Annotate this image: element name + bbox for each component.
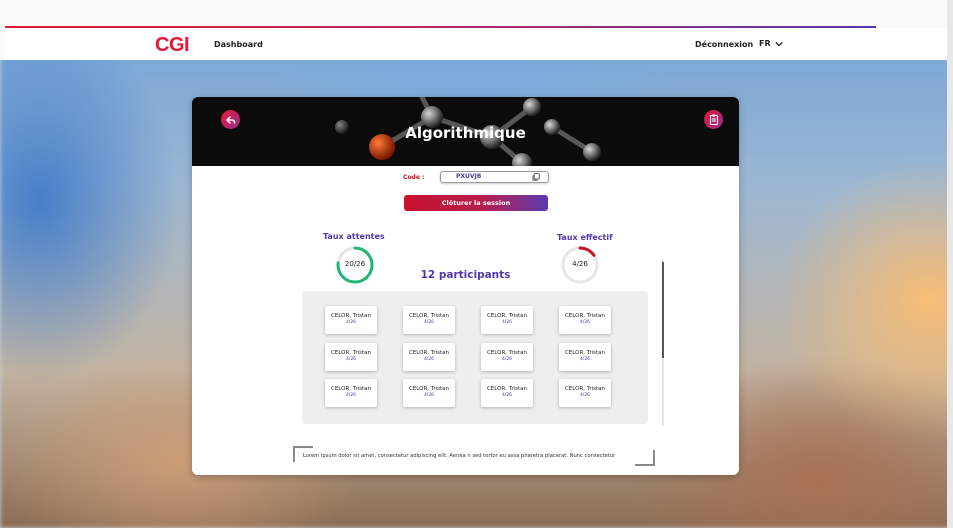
participant-card[interactable]: CELOR, Tristan 4/26 <box>559 306 611 334</box>
clipboard-button[interactable] <box>704 110 723 129</box>
effective-rate-value: 4/26 <box>572 260 588 268</box>
participant-name: CELOR, Tristan <box>564 313 606 319</box>
participant-name: CELOR, Tristan <box>408 313 450 319</box>
effective-rate-label: Taux effectif <box>557 233 613 242</box>
participant-score: 4/26 <box>579 393 591 398</box>
back-button[interactable] <box>221 110 240 129</box>
clipboard-icon <box>709 114 718 125</box>
close-session-button[interactable]: Clôturer la session <box>404 195 548 211</box>
participant-card[interactable]: CELOR, Tristan 4/26 <box>325 306 377 334</box>
participant-score: 4/26 <box>345 393 357 398</box>
participant-score: 4/26 <box>579 320 591 325</box>
participant-name: CELOR, Tristan <box>330 350 372 356</box>
attendance-rate-value: 20/26 <box>344 260 366 268</box>
participant-name: CELOR, Tristan <box>408 350 450 356</box>
participants-count: 12 participants <box>420 269 511 281</box>
participant-card[interactable]: CELOR, Tristan 4/26 <box>403 379 455 407</box>
logout-link[interactable]: Déconnexion <box>695 40 753 49</box>
right-edge <box>947 0 953 528</box>
participant-card[interactable]: CELOR, Tristan 4/26 <box>481 306 533 334</box>
participant-name: CELOR, Tristan <box>564 386 606 392</box>
participant-name: CELOR, Tristan <box>564 350 606 356</box>
participant-score: 4/26 <box>345 320 357 325</box>
participant-card[interactable]: CELOR, Tristan 4/26 <box>481 379 533 407</box>
session-code-field[interactable]: PXUVJB <box>440 171 549 183</box>
participant-name: CELOR, Tristan <box>486 386 528 392</box>
participant-score: 4/26 <box>501 320 513 325</box>
top-navbar: CGI Dashboard Déconnexion FR <box>5 28 947 60</box>
chevron-down-icon <box>774 41 783 47</box>
participant-card[interactable]: CELOR, Tristan 4/26 <box>559 379 611 407</box>
back-arrow-icon <box>225 115 235 124</box>
participant-score: 4/26 <box>423 357 435 362</box>
quote-text: Lorem ipsum dolor sit amet, consectetur … <box>303 453 616 459</box>
session-card: Algorithmique Code : PXUVJB Clôturer la … <box>192 97 739 475</box>
copy-icon[interactable] <box>532 173 540 181</box>
session-title: Algorithmique <box>405 124 526 142</box>
participant-score: 4/26 <box>501 357 513 362</box>
participant-score: 4/26 <box>423 320 435 325</box>
language-label: FR <box>759 39 771 48</box>
participant-name: CELOR, Tristan <box>408 386 450 392</box>
code-label: Code : <box>403 174 425 181</box>
participant-card[interactable]: CELOR, Tristan 4/26 <box>559 343 611 371</box>
scrollbar-thumb[interactable] <box>662 262 664 358</box>
participant-score: 4/26 <box>345 357 357 362</box>
language-selector[interactable]: FR <box>759 39 783 48</box>
participant-name: CELOR, Tristan <box>330 386 372 392</box>
session-code-value: PXUVJB <box>456 173 482 180</box>
cgi-logo[interactable]: CGI <box>155 35 190 55</box>
session-banner: Algorithmique <box>192 97 739 166</box>
participant-card[interactable]: CELOR, Tristan 4/26 <box>325 379 377 407</box>
participant-name: CELOR, Tristan <box>330 313 372 319</box>
nav-dashboard-link[interactable]: Dashboard <box>214 40 263 49</box>
participant-score: 4/26 <box>423 393 435 398</box>
participant-card[interactable]: CELOR, Tristan 4/26 <box>481 343 533 371</box>
participant-score: 4/26 <box>579 357 591 362</box>
participant-name: CELOR, Tristan <box>486 350 528 356</box>
participant-score: 4/26 <box>501 393 513 398</box>
attendance-rate-label: Taux attentes <box>323 232 385 241</box>
participant-card[interactable]: CELOR, Tristan 4/26 <box>403 343 455 371</box>
participant-card[interactable]: CELOR, Tristan 4/26 <box>403 306 455 334</box>
participants-grid: CELOR, Tristan 4/26 CELOR, Tristan 4/26 CELO… <box>302 291 648 424</box>
participant-card[interactable]: CELOR, Tristan 4/26 <box>325 343 377 371</box>
participant-name: CELOR, Tristan <box>486 313 528 319</box>
quote-block: Lorem ipsum dolor sit amet, consectetur … <box>293 446 655 466</box>
